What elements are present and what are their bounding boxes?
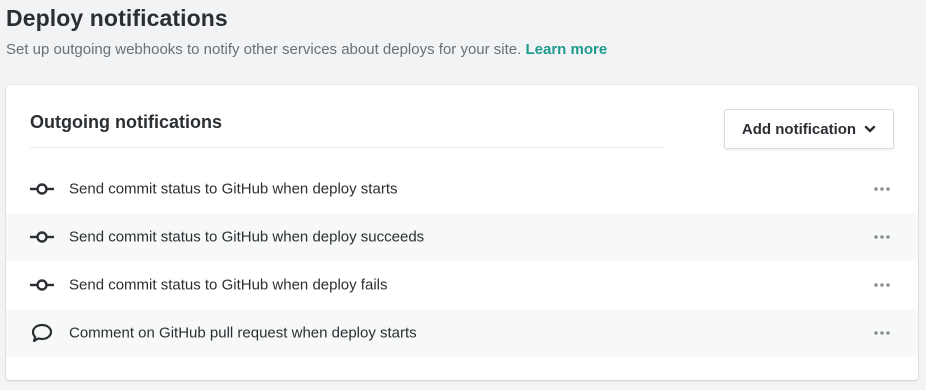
subtitle-text: Set up outgoing webhooks to notify other… — [6, 41, 522, 58]
add-notification-label: Add notification — [741, 120, 857, 138]
chevron-down-icon — [864, 125, 876, 133]
list-item[interactable]: Send commit status to GitHub when deploy… — [6, 213, 918, 261]
list-item-label: Comment on GitHub pull request when depl… — [69, 324, 417, 342]
list-item-label: Send commit status to GitHub when deploy… — [69, 228, 425, 246]
comment-icon — [30, 321, 54, 345]
list-item-label: Send commit status to GitHub when deploy… — [69, 180, 398, 198]
learn-more-link[interactable]: Learn more — [525, 41, 607, 58]
notification-list: Send commit status to GitHub when deploy… — [6, 165, 918, 357]
more-options-icon[interactable] — [870, 227, 894, 247]
list-item-label: Send commit status to GitHub when deploy… — [69, 276, 388, 294]
more-options-icon[interactable] — [870, 179, 894, 199]
list-item[interactable]: Comment on GitHub pull request when depl… — [6, 309, 918, 357]
deploy-notifications-page: Deploy notifications Set up outgoing web… — [0, 0, 926, 390]
more-options-icon[interactable] — [870, 275, 894, 295]
more-options-icon[interactable] — [870, 323, 894, 343]
commit-icon — [30, 177, 54, 201]
card-title: Outgoing notifications — [30, 112, 222, 132]
outgoing-notifications-card: Outgoing notifications Add notification … — [6, 85, 918, 380]
page-title: Deploy notifications — [6, 5, 228, 31]
divider — [30, 147, 664, 148]
page-subtitle: Set up outgoing webhooks to notify other… — [6, 41, 607, 58]
list-item[interactable]: Send commit status to GitHub when deploy… — [6, 261, 918, 309]
commit-icon — [30, 225, 54, 249]
commit-icon — [30, 273, 54, 297]
list-item[interactable]: Send commit status to GitHub when deploy… — [6, 165, 918, 213]
add-notification-button[interactable]: Add notification — [724, 109, 894, 149]
